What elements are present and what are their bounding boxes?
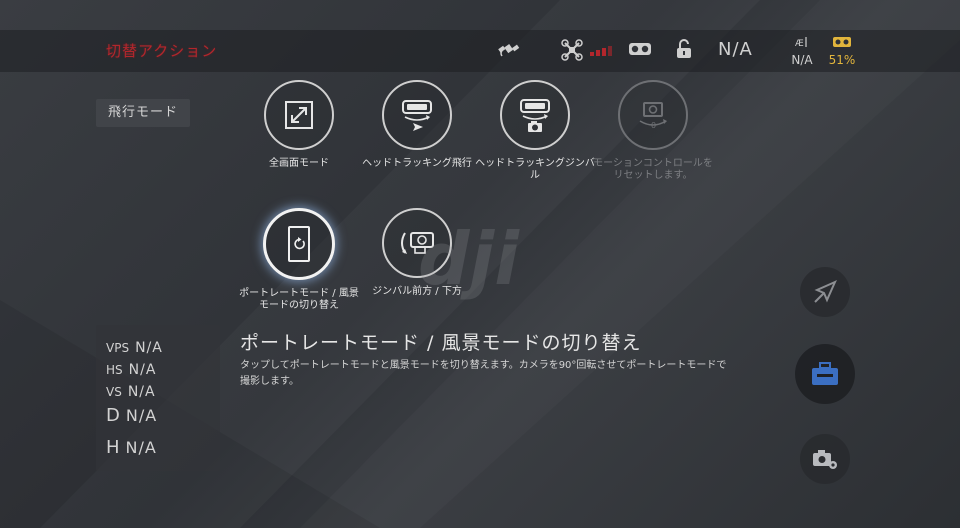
top-title: 切替アクション xyxy=(106,42,218,60)
camera-settings-button[interactable] xyxy=(800,434,850,484)
portrait-rotate-icon xyxy=(288,226,310,262)
head-tracking-flight-circle xyxy=(382,80,452,150)
telemetry-vps-value: N/A xyxy=(135,340,163,356)
altitude-value: N/A xyxy=(791,53,813,67)
telemetry-vps-key: VPS xyxy=(106,341,130,355)
signal-bars-icon xyxy=(590,46,612,56)
head-tracking-flight-icon xyxy=(402,100,432,131)
telemetry-vs-value: N/A xyxy=(127,384,156,400)
fullscreen-mode-button[interactable]: 全画面モード xyxy=(239,80,359,170)
goggles-icon xyxy=(629,43,651,55)
dji-logo: dji xyxy=(418,218,520,301)
motion-control-reset-label: モーションコントロールをリセットします。 xyxy=(593,158,713,181)
altitude-icon: Æ xyxy=(795,37,807,49)
head-tracking-gimbal-icon xyxy=(520,99,550,132)
svg-text:0: 0 xyxy=(651,121,656,130)
altitude-indicator: Æ N/A xyxy=(784,34,820,67)
motion-reset-circle: 0 xyxy=(618,80,688,150)
telemetry-h: H N/A xyxy=(106,437,157,458)
flight-direction-icon xyxy=(814,280,837,303)
svg-text:Æ: Æ xyxy=(795,39,804,49)
head-tracking-gimbal-button[interactable]: ヘッドトラッキングジンバル xyxy=(475,80,595,182)
head-tracking-flight-label: ヘッドトラッキング飛行 xyxy=(362,158,472,169)
unlock-icon xyxy=(677,39,691,58)
telemetry-panel: VPS N/A HS N/A VS N/A D N/A H N/A xyxy=(96,325,220,471)
description-title: ポートレートモード / 風景モードの切り替え xyxy=(240,332,642,354)
telemetry-d: D N/A xyxy=(106,405,157,426)
head-tracking-gimbal-label: ヘッドトラッキングジンバル xyxy=(475,158,595,181)
aircraft-icon xyxy=(561,39,583,61)
description-body: タップしてポートレートモードと風景モードを切り替えます。カメラを90°回転させて… xyxy=(240,360,727,387)
center-status-value: N/A xyxy=(718,39,753,60)
head-tracking-flight-button[interactable]: ヘッドトラッキング飛行 xyxy=(357,80,477,170)
flight-direction-button[interactable] xyxy=(800,267,850,317)
telemetry-h-value: N/A xyxy=(125,438,157,457)
fullscreen-mode-label: 全画面モード xyxy=(269,158,329,169)
satellite-icon xyxy=(498,44,520,57)
telemetry-vs-key: VS xyxy=(106,385,122,399)
flight-mode-label[interactable]: 飛行モード xyxy=(96,99,190,127)
telemetry-hs-key: HS xyxy=(106,363,123,377)
battery-indicator: 51% xyxy=(826,34,858,67)
toolbox-icon xyxy=(812,362,838,385)
top-status-bar: 切替アクション N/A Æ N/A 51% xyxy=(0,30,960,72)
fullscreen-button-circle xyxy=(264,80,334,150)
fullscreen-icon xyxy=(285,101,313,129)
motion-reset-icon: 0 xyxy=(639,102,667,130)
portrait-landscape-circle xyxy=(263,208,335,280)
toolbox-button[interactable] xyxy=(795,344,855,404)
telemetry-hs: HS N/A xyxy=(106,359,156,378)
portrait-landscape-label: ポートレートモード / 風景モードの切り替え xyxy=(239,288,359,311)
camera-settings-icon xyxy=(813,450,837,469)
svg-text:dji: dji xyxy=(418,218,520,301)
telemetry-h-key: H xyxy=(106,437,120,458)
telemetry-d-value: N/A xyxy=(125,406,158,425)
goggles-battery-icon xyxy=(833,37,851,47)
telemetry-vps: VPS N/A xyxy=(106,337,163,356)
portrait-landscape-button[interactable]: ポートレートモード / 風景モードの切り替え xyxy=(239,208,359,312)
telemetry-hs-value: N/A xyxy=(128,362,157,378)
motion-control-reset-button[interactable]: 0 モーションコントロールをリセットします。 xyxy=(593,80,713,182)
telemetry-vs: VS N/A xyxy=(106,381,156,400)
battery-value: 51% xyxy=(828,53,856,67)
head-tracking-gimbal-circle xyxy=(500,80,570,150)
telemetry-d-key: D xyxy=(106,405,120,426)
